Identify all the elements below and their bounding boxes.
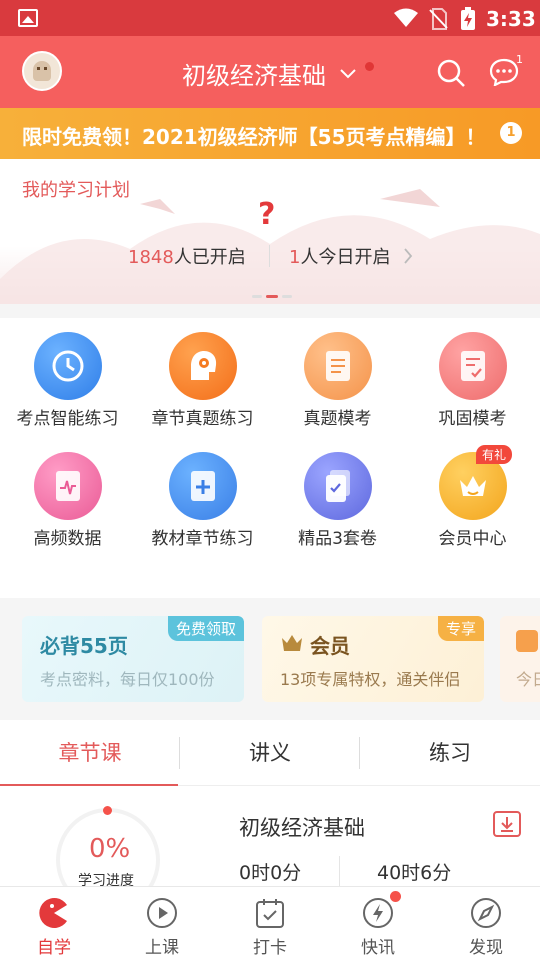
divider — [269, 245, 270, 267]
chart-icon — [33, 452, 102, 520]
card-tag: 专享 — [437, 616, 484, 641]
grid-label: 高频数据 — [33, 529, 102, 549]
battery-charging-icon — [460, 7, 476, 35]
grid-label: 教材章节练习 — [151, 529, 254, 549]
grid-label: 考点智能练习 — [16, 409, 119, 429]
status-bar: 3:33 — [0, 0, 540, 36]
nav-self-study[interactable]: 自学 — [0, 887, 108, 960]
chevron-down-icon[interactable] — [340, 64, 356, 83]
carousel-indicator — [252, 283, 296, 302]
lightning-icon — [362, 897, 394, 933]
search-icon[interactable] — [436, 58, 466, 92]
grid-item-textbook-practice[interactable]: 教材章节练习 — [135, 452, 270, 549]
download-icon[interactable] — [492, 810, 522, 842]
grid-label: 巩固模考 — [438, 409, 507, 429]
pacman-icon — [38, 897, 70, 933]
tab-practice[interactable]: 练习 — [360, 720, 540, 786]
card-title: 必背55页 — [40, 634, 128, 658]
promo-card-55pages[interactable]: 必背55页 考点密料，每日仅100份 免费领取 — [22, 616, 244, 702]
divider — [339, 856, 340, 886]
nav-label: 打卡 — [253, 938, 287, 958]
today-count: 1 — [289, 247, 301, 268]
banner-text: 限时免费领！2021初级经济师【55页考点精编】！ — [22, 125, 486, 149]
nav-label: 发现 — [469, 938, 503, 958]
started-count: 1848 — [128, 247, 174, 268]
course-tabs: 章节课 讲义 练习 — [0, 720, 540, 786]
wifi-icon — [393, 8, 419, 32]
clock: 3:33 — [486, 7, 536, 31]
crown-icon — [280, 632, 304, 658]
grid-label: 精品3套卷 — [298, 529, 377, 549]
compass-icon — [470, 897, 502, 933]
progress-ring-dot — [103, 806, 112, 815]
bottom-navigation: 自学 上课 打卡 快讯 发现 — [0, 886, 540, 960]
play-icon — [146, 897, 178, 933]
notification-dot — [365, 62, 374, 71]
grid-label: 会员中心 — [438, 529, 507, 549]
study-plan-card[interactable]: 我的学习计划 ? 1848人已开启 1人今日开启 — [0, 159, 540, 304]
grid-item-mock-exam[interactable]: 真题模考 — [270, 332, 405, 429]
promo-banner[interactable]: 限时免费领！2021初级经济师【55页考点精编】！ 1 — [0, 108, 540, 159]
image-icon — [18, 9, 38, 27]
feature-grid: 考点智能练习 章节真题练习 真题模考 巩固模考 高频数据 教材章节练习 精品3套… — [0, 318, 540, 905]
gift-badge: 有礼 — [476, 445, 513, 464]
course-card[interactable]: 0% 学习进度 初级经济基础 0时0分 40时6分 — [0, 786, 540, 886]
clock-icon — [33, 332, 102, 400]
message-icon[interactable] — [489, 58, 519, 90]
grid-item-frequent-data[interactable]: 高频数据 — [0, 452, 135, 549]
document-icon — [303, 332, 372, 400]
progress-percent: 0% — [89, 834, 131, 864]
started-label: 人已开启 — [173, 247, 246, 268]
nav-class[interactable]: 上课 — [108, 887, 216, 960]
started-stat: 1848人已开启 — [128, 243, 246, 269]
news-badge-dot — [390, 891, 401, 902]
card-subtitle: 考点密料，每日仅100份 — [40, 670, 215, 689]
play-badge-icon: 1 — [500, 122, 522, 144]
card-subtitle: 今日 — [516, 670, 540, 689]
today-stat[interactable]: 1人今日开启 — [289, 243, 390, 269]
papers-icon — [303, 452, 372, 520]
nav-label: 自学 — [37, 938, 71, 958]
promo-card-member[interactable]: 会员 13项专属特权，通关伴侣 专享 — [262, 616, 484, 702]
grid-label: 章节真题练习 — [151, 409, 254, 429]
grid-item-chapter-exams[interactable]: 章节真题练习 — [135, 332, 270, 429]
page-title[interactable]: 初级经济基础 — [182, 56, 326, 91]
checklist-icon — [438, 332, 507, 400]
tab-handouts[interactable]: 讲义 — [180, 720, 360, 786]
grid-item-review-exam[interactable]: 巩固模考 — [405, 332, 540, 429]
course-title: 初级经济基础 — [239, 816, 365, 840]
today-label: 人今日开启 — [300, 247, 391, 268]
app-header: 初级经济基础 1 — [0, 36, 540, 108]
progress-label: 学习进度 — [78, 873, 134, 886]
no-sim-icon — [428, 8, 448, 34]
book-plus-icon — [168, 452, 237, 520]
card-title: 会员 — [310, 634, 350, 658]
nav-label: 上课 — [145, 938, 179, 958]
chevron-right-icon[interactable] — [403, 248, 413, 268]
grid-item-smart-practice[interactable]: 考点智能练习 — [0, 332, 135, 429]
promo-card-partial[interactable]: 今日 — [500, 616, 540, 702]
time-studied: 0时0分 — [239, 862, 302, 884]
head-gear-icon — [168, 332, 237, 400]
nav-discover[interactable]: 发现 — [432, 887, 540, 960]
message-count: 1 — [516, 53, 523, 66]
plan-title: 我的学习计划 — [22, 180, 130, 201]
calendar-icon — [516, 630, 538, 652]
time-total: 40时6分 — [377, 862, 452, 884]
tab-chapter-course[interactable]: 章节课 — [0, 720, 180, 786]
nav-news[interactable]: 快讯 — [324, 887, 432, 960]
card-subtitle: 13项专属特权，通关伴侣 — [280, 670, 461, 689]
promo-cards: 必背55页 考点密料，每日仅100份 免费领取 会员 13项专属特权，通关伴侣 … — [0, 598, 540, 720]
calendar-check-icon — [254, 897, 286, 933]
avatar[interactable] — [22, 51, 62, 91]
nav-checkin[interactable]: 打卡 — [216, 887, 324, 960]
nav-label: 快讯 — [361, 938, 395, 958]
grid-item-premium-papers[interactable]: 精品3套卷 — [270, 452, 405, 549]
grid-item-member-center[interactable]: 会员中心 — [405, 452, 540, 549]
card-tag: 免费领取 — [167, 616, 244, 641]
question-mark-icon: ? — [258, 197, 276, 232]
grid-label: 真题模考 — [303, 409, 372, 429]
